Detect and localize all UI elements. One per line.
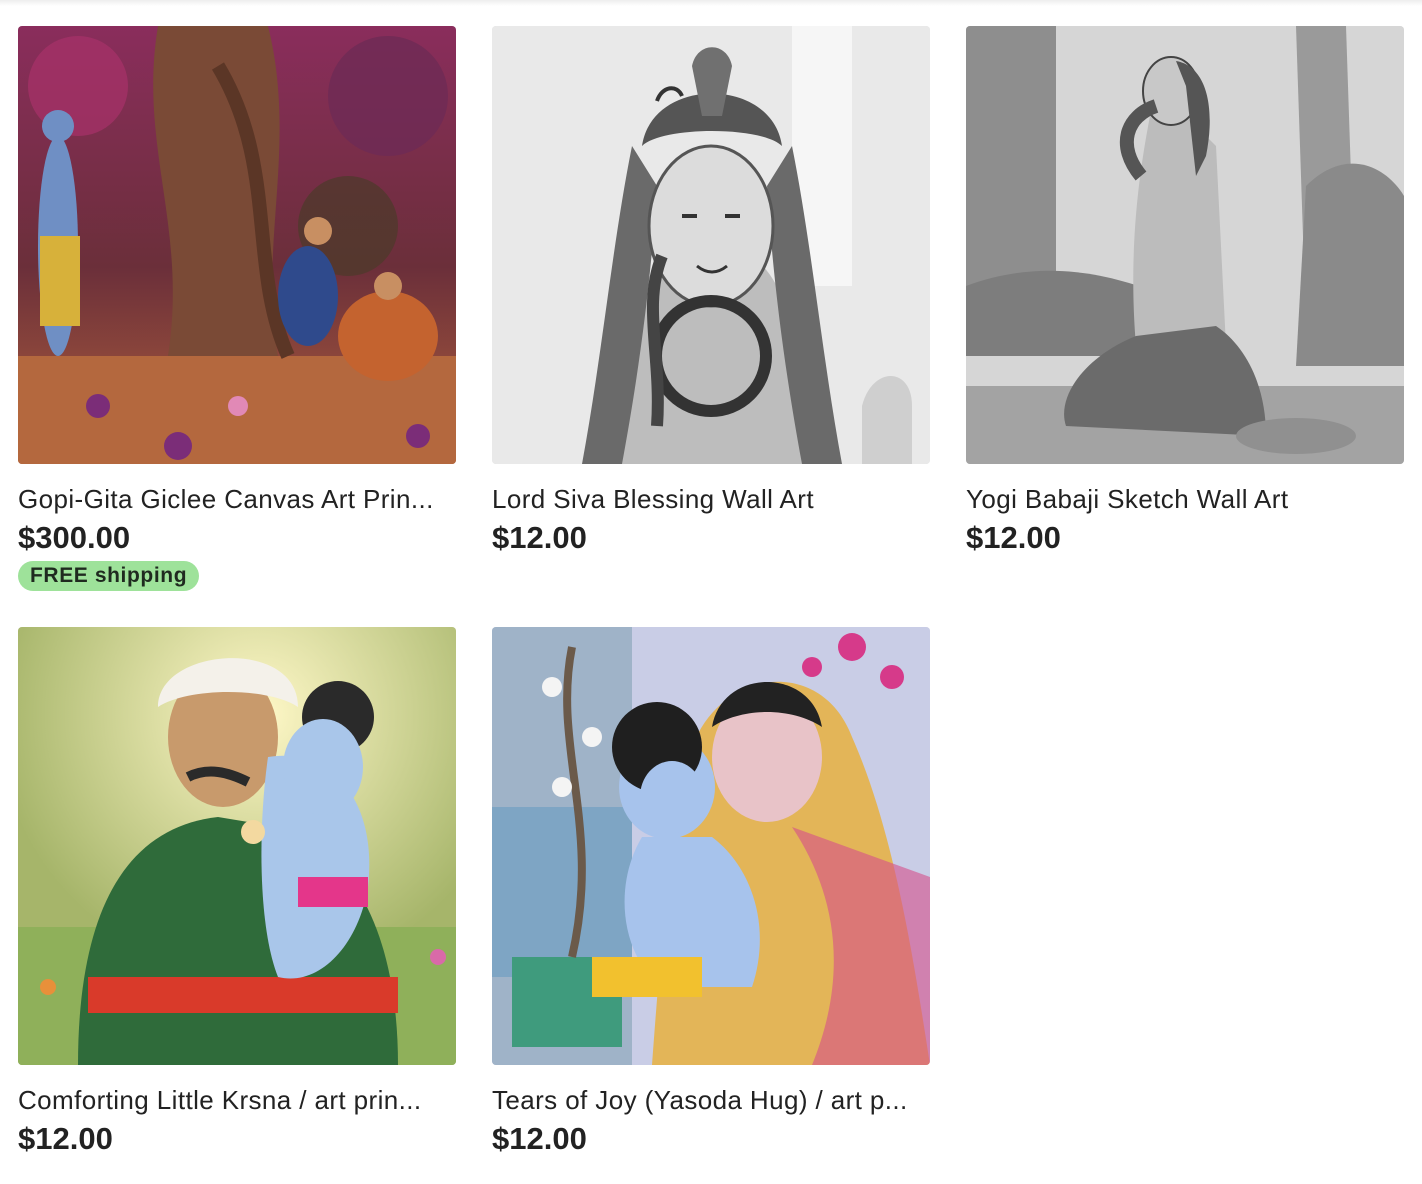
yasoda-krsna-painting-image xyxy=(492,627,930,1065)
listing-title[interactable]: Comforting Little Krsna / art prin... xyxy=(18,1085,456,1115)
listing-image[interactable] xyxy=(18,627,456,1065)
listing-title[interactable]: Tears of Joy (Yasoda Hug) / art p... xyxy=(492,1085,930,1115)
listing-card-comforting-little-krsna[interactable]: Comforting Little Krsna / art prin... $1… xyxy=(18,627,456,1157)
listing-image[interactable] xyxy=(18,26,456,464)
listing-grid: Gopi-Gita Giclee Canvas Art Prin... $300… xyxy=(18,26,1404,1157)
free-shipping-badge: FREE shipping xyxy=(18,561,200,591)
listing-card-lord-siva[interactable]: Lord Siva Blessing Wall Art $12.00 xyxy=(492,26,930,591)
listing-price: $12.00 xyxy=(966,520,1061,555)
listing-price: $12.00 xyxy=(492,520,587,555)
listing-image[interactable] xyxy=(966,26,1404,464)
listing-card-tears-of-joy[interactable]: Tears of Joy (Yasoda Hug) / art p... $12… xyxy=(492,627,930,1157)
listing-title[interactable]: Lord Siva Blessing Wall Art xyxy=(492,484,930,514)
listing-card-yogi-babaji[interactable]: Yogi Babaji Sketch Wall Art $12.00 xyxy=(966,26,1404,591)
listing-price: $12.00 xyxy=(492,1121,587,1156)
listing-image[interactable] xyxy=(492,627,930,1065)
forest-painting-image xyxy=(18,26,456,464)
siva-sketch-image xyxy=(492,26,930,464)
listing-image[interactable] xyxy=(492,26,930,464)
top-divider xyxy=(0,0,1422,6)
listing-price: $12.00 xyxy=(18,1121,113,1156)
yogi-sketch-image xyxy=(966,26,1404,464)
listing-card-gopi-gita[interactable]: Gopi-Gita Giclee Canvas Art Prin... $300… xyxy=(18,26,456,591)
listing-price: $300.00 xyxy=(18,520,131,555)
nanda-krsna-painting-image xyxy=(18,627,456,1065)
listing-title[interactable]: Yogi Babaji Sketch Wall Art xyxy=(966,484,1404,514)
listing-title[interactable]: Gopi-Gita Giclee Canvas Art Prin... xyxy=(18,484,456,514)
